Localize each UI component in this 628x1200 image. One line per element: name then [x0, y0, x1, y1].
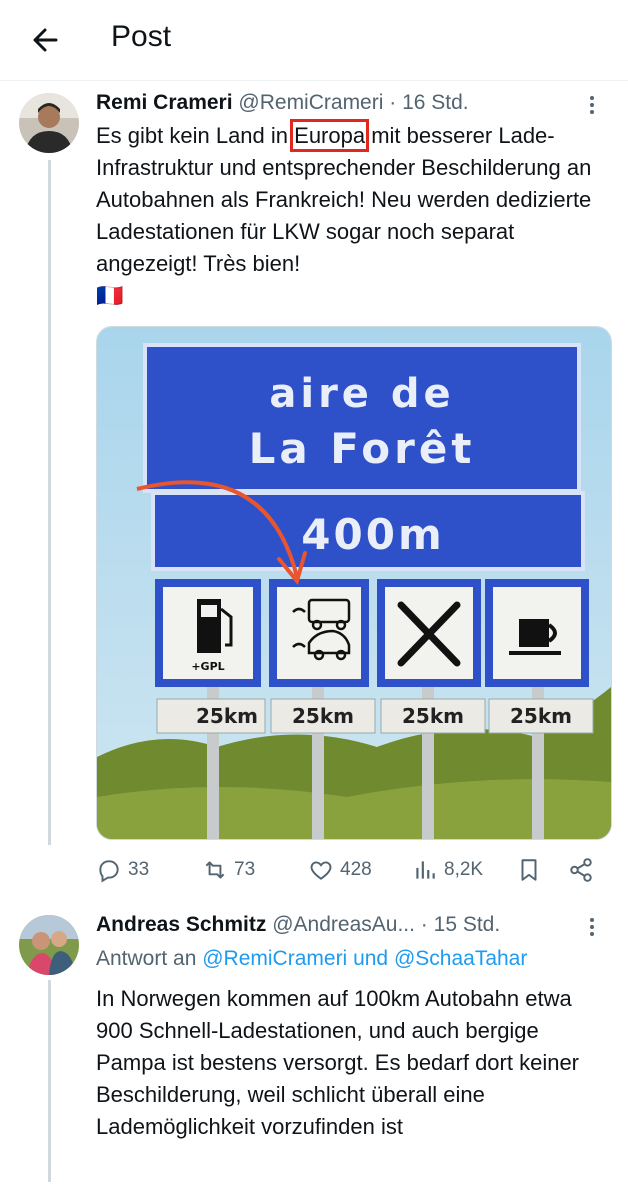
km-label-1: 25km	[196, 704, 258, 728]
reply-header: Andreas Schmitz @AndreasAu... · 15 Std.	[96, 913, 500, 937]
heart-icon	[310, 861, 332, 880]
km-label-2: 25km	[292, 704, 354, 728]
service-panel-fuel: +GPL	[155, 579, 261, 687]
repost-button[interactable]: 73	[202, 852, 255, 888]
thread-line	[48, 160, 51, 845]
reply-thread-line	[48, 980, 51, 1182]
bookmark-icon	[521, 859, 537, 881]
back-arrow-icon[interactable]	[26, 20, 66, 60]
page-title: Post	[111, 20, 172, 53]
views-chart-icon	[416, 861, 435, 879]
views-count: 8,2K	[444, 859, 484, 880]
views-button[interactable]: 8,2K	[412, 852, 483, 888]
repost-icon	[205, 861, 225, 879]
reply-more-options-icon[interactable]	[580, 915, 604, 939]
post-image[interactable]: aire de La Forêt 400m +GPL 25km 25km 25k…	[96, 326, 612, 840]
post-header: Remi Crameri @RemiCrameri · 16 Std.	[96, 91, 469, 115]
repost-count: 73	[234, 859, 256, 880]
reply-author-handle[interactable]: @AndreasAu...	[272, 913, 415, 936]
post-action-bar: 33 73 428 8,2K	[96, 852, 606, 888]
km-label-4: 25km	[510, 704, 572, 728]
author-handle[interactable]: @RemiCrameri	[238, 91, 383, 114]
service-panel-ev-charging	[269, 579, 369, 687]
flag-emoji: 🇫🇷	[96, 283, 124, 308]
sign-text-line2: La Forêt	[249, 424, 476, 473]
post-text-part: Es gibt kein Land in	[96, 123, 295, 148]
km-label-3: 25km	[402, 704, 464, 728]
author-name[interactable]: Remi Crameri	[96, 91, 233, 114]
post-text: Es gibt kein Land in Europa mit besserer…	[96, 119, 616, 312]
top-bar: Post	[0, 0, 628, 81]
mention-link[interactable]: @RemiCrameri	[202, 947, 347, 970]
reply-author-name[interactable]: Andreas Schmitz	[96, 913, 266, 936]
mention-link[interactable]: @SchaaTahar	[394, 947, 527, 970]
sign-distance: 400m	[301, 510, 444, 559]
reply-avatar[interactable]	[19, 915, 79, 975]
reply-icon	[99, 860, 119, 883]
mention-conjunction: und	[347, 947, 394, 970]
share-button[interactable]	[568, 852, 594, 888]
time-separator: ·	[383, 91, 403, 114]
reply-button[interactable]: 33	[96, 852, 149, 888]
service-sub-label: +GPL	[191, 660, 224, 673]
replying-to-label: Antwort an	[96, 947, 203, 970]
bookmark-button[interactable]	[516, 852, 542, 888]
service-panel-restaurant	[377, 579, 481, 687]
sign-text-line1: aire de	[269, 371, 454, 417]
highlighted-word: Europa	[290, 119, 370, 152]
like-count: 428	[340, 859, 372, 880]
share-icon	[570, 858, 592, 882]
replying-to: Antwort an @RemiCrameri und @SchaaTahar	[96, 947, 527, 971]
reply-count: 33	[128, 859, 150, 880]
service-panel-cafe	[485, 579, 589, 687]
avatar[interactable]	[19, 93, 79, 153]
like-button[interactable]: 428	[308, 852, 372, 888]
reply-text: In Norwegen kommen auf 100km Autobahn et…	[96, 986, 580, 1139]
post-time[interactable]: 16 Std.	[402, 91, 469, 114]
time-separator: ·	[414, 913, 434, 936]
more-options-icon[interactable]	[580, 93, 604, 117]
reply-time[interactable]: 15 Std.	[434, 913, 501, 936]
